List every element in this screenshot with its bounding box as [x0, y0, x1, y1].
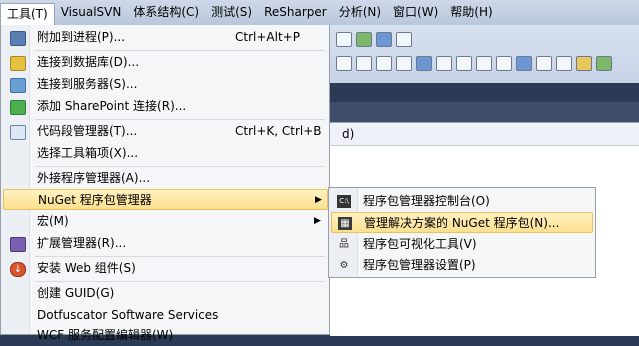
clear-bookmarks-icon[interactable] — [516, 55, 532, 71]
separator — [35, 281, 325, 282]
menu-item-wcf-config-editor[interactable]: WCF 服务配置编辑器(W) — [3, 325, 328, 346]
menu-item-label: 连接到服务器(S)... — [37, 77, 138, 91]
outdent-icon[interactable] — [356, 55, 372, 71]
bookmark-icon[interactable] — [416, 55, 432, 71]
menu-item-label: 安装 Web 组件(S) — [37, 261, 136, 275]
menu-item-nuget-manager[interactable]: NuGet 程序包管理器 ▶ — [3, 189, 328, 210]
database-connect-icon — [10, 56, 26, 71]
menu-item-label: NuGet 程序包管理器 — [38, 193, 152, 207]
document-tab: d) — [330, 123, 639, 146]
settings-gear-icon: ⚙ — [339, 260, 349, 271]
menu-item-label: 宏(M) — [37, 214, 69, 228]
menu-item-addin-manager[interactable]: 外接程序管理器(A)... — [3, 168, 328, 189]
submenu-item-manage-nuget-packages[interactable]: ▦ 管理解决方案的 NuGet 程序包(N)... — [331, 212, 593, 233]
next-folder-bookmark-icon[interactable] — [496, 55, 512, 71]
menu-item-shortcut: Ctrl+K, Ctrl+B — [235, 124, 322, 138]
prev-bookmark-icon[interactable] — [436, 55, 452, 71]
find-icon[interactable] — [536, 55, 552, 71]
next-bookmark-icon[interactable] — [456, 55, 472, 71]
menu-item-extension-manager[interactable]: 扩展管理器(R)... — [3, 233, 328, 254]
menu-test[interactable]: 测试(S) — [205, 2, 258, 23]
menu-window[interactable]: 窗口(W) — [387, 2, 444, 23]
menu-item-label: 连接到数据库(D)... — [37, 55, 140, 69]
web-install-icon: ↓ — [10, 262, 26, 277]
menu-resharper[interactable]: ReSharper — [258, 2, 333, 23]
menu-item-code-snippets[interactable]: 代码段管理器(T)... Ctrl+K, Ctrl+B — [3, 121, 328, 142]
separator — [35, 256, 325, 257]
properties-icon[interactable] — [596, 55, 612, 71]
visualizer-icon: 品 — [339, 239, 349, 250]
menu-item-label: WCF 服务配置编辑器(W) — [37, 328, 174, 342]
submenu-item-label: 程序包管理器控制台(O) — [363, 194, 490, 208]
menu-item-connect-database[interactable]: 连接到数据库(D)... — [3, 52, 328, 73]
tools-icon[interactable] — [336, 31, 352, 47]
indent-icon[interactable] — [336, 55, 352, 71]
menu-item-connect-server[interactable]: 连接到服务器(S)... — [3, 74, 328, 95]
extension-manager-icon — [10, 237, 26, 252]
menu-tools[interactable]: 工具(T) — [0, 2, 55, 26]
menu-item-install-web-components[interactable]: ↓ 安装 Web 组件(S) — [3, 258, 328, 279]
editor-tab-strip — [330, 102, 639, 122]
menu-visualsvn[interactable]: VisualSVN — [55, 2, 128, 23]
menu-item-choose-toolbox[interactable]: 选择工具箱项(X)... — [3, 143, 328, 164]
run-icon[interactable] — [356, 31, 372, 47]
prev-folder-bookmark-icon[interactable] — [476, 55, 492, 71]
menu-item-dotfuscator[interactable]: Dotfuscator Software Services — [3, 305, 328, 326]
sharepoint-icon — [10, 100, 26, 115]
submenu-item-label: 程序包管理器设置(P) — [363, 258, 476, 272]
submenu-item-package-console[interactable]: C:\ 程序包管理器控制台(O) — [331, 191, 593, 212]
toolbar — [330, 25, 639, 83]
menu-item-label: 外接程序管理器(A)... — [37, 171, 151, 185]
server-connect-icon — [10, 78, 26, 93]
document-fragment: d) — [342, 127, 355, 141]
menu-item-label: Dotfuscator Software Services — [37, 308, 219, 322]
menu-analyze[interactable]: 分析(N) — [333, 2, 387, 23]
attach-process-icon — [10, 31, 26, 46]
menu-item-add-sharepoint[interactable]: 添加 SharePoint 连接(R)... — [3, 96, 328, 117]
menu-item-label: 选择工具箱项(X)... — [37, 146, 139, 160]
code-snippet-icon — [10, 125, 26, 140]
submenu-item-package-settings[interactable]: ⚙ 程序包管理器设置(P) — [331, 255, 593, 276]
menu-item-label: 附加到进程(P)... — [37, 30, 126, 44]
dropdown-icon[interactable] — [396, 31, 412, 47]
separator — [35, 119, 325, 120]
solution-explorer-icon[interactable] — [576, 55, 592, 71]
menu-item-label: 创建 GUID(G) — [37, 286, 115, 300]
menu-bar: 工具(T) VisualSVN 体系结构(C) 测试(S) ReSharper … — [0, 0, 639, 26]
submenu-arrow-icon: ▶ — [315, 195, 322, 205]
menu-item-create-guid[interactable]: 创建 GUID(G) — [3, 283, 328, 304]
menu-item-label: 代码段管理器(T)... — [37, 124, 138, 138]
submenu-item-package-visualizer[interactable]: 品 程序包可视化工具(V) — [331, 234, 593, 255]
menu-architecture[interactable]: 体系结构(C) — [127, 2, 205, 23]
menu-item-label: 扩展管理器(R)... — [37, 236, 127, 250]
menu-item-shortcut: Ctrl+Alt+P — [235, 30, 300, 44]
menu-help[interactable]: 帮助(H) — [444, 2, 498, 23]
submenu-item-label: 程序包可视化工具(V) — [363, 237, 477, 251]
replace-icon[interactable] — [556, 55, 572, 71]
window-icon[interactable] — [376, 31, 392, 47]
submenu-item-label: 管理解决方案的 NuGet 程序包(N)... — [364, 216, 560, 230]
console-icon: C:\ — [337, 195, 351, 208]
nuget-package-icon: ▦ — [338, 217, 352, 230]
separator — [35, 166, 325, 167]
separator — [35, 50, 325, 51]
submenu-arrow-icon: ▶ — [314, 216, 321, 226]
nuget-submenu: C:\ 程序包管理器控制台(O) ▦ 管理解决方案的 NuGet 程序包(N).… — [328, 187, 596, 278]
menu-item-macros[interactable]: 宏(M) ▶ — [3, 211, 328, 232]
menu-item-attach-process[interactable]: 附加到进程(P)... Ctrl+Alt+P — [3, 27, 328, 48]
menu-item-label: 添加 SharePoint 连接(R)... — [37, 99, 187, 113]
comment-icon[interactable] — [376, 55, 392, 71]
uncomment-icon[interactable] — [396, 55, 412, 71]
tools-menu: 附加到进程(P)... Ctrl+Alt+P 连接到数据库(D)... 连接到服… — [0, 25, 330, 342]
